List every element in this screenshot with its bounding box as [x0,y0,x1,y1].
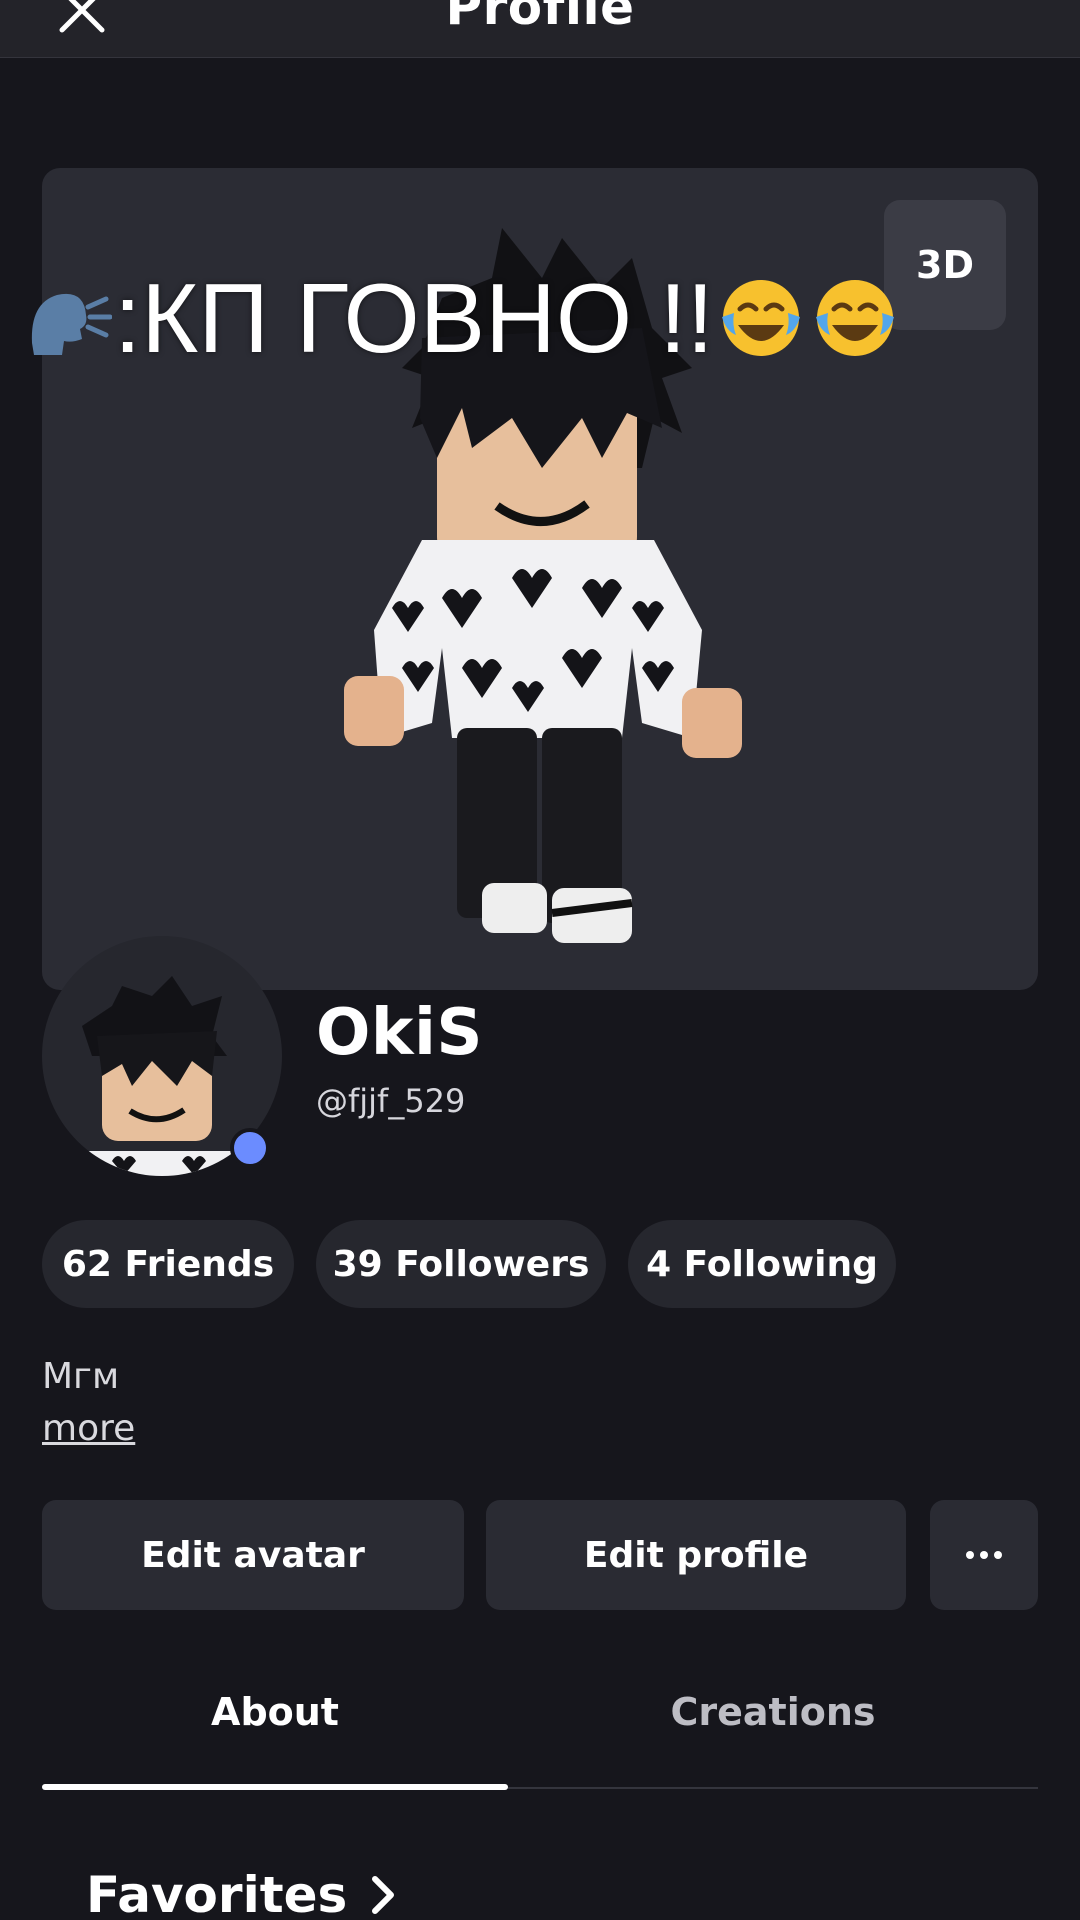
overlay-caption: :КП ГОВНО !! [20,258,902,378]
overlay-caption-text: :КП ГОВНО !! [114,262,714,373]
page-title: Profile [445,0,635,36]
favorites-section-header[interactable]: Favorites [86,1866,397,1920]
friends-count-button[interactable]: 62 Friends [42,1220,294,1308]
tab-about[interactable]: About [42,1690,508,1750]
following-count-button[interactable]: 4 Following [628,1220,896,1308]
edit-avatar-button[interactable]: Edit avatar [42,1500,464,1610]
tears-of-joy-icon [815,280,894,356]
followers-count-button[interactable]: 39 Followers [316,1220,606,1308]
more-dots-icon [966,1551,1002,1559]
display-name: OkiS [316,996,483,1070]
chevron-right-icon [372,1876,395,1914]
more-options-button[interactable] [930,1500,1038,1610]
online-status-indicator [230,1128,270,1168]
active-tab-indicator [42,1784,508,1790]
speaking-head-icon [31,293,112,355]
username: @fjjf_529 [316,1082,466,1120]
top-bar: Profile [0,0,1080,58]
toggle-3d-button[interactable]: 3D [884,200,1006,330]
tears-of-joy-icon [721,280,800,356]
favorites-title: Favorites [86,1866,348,1920]
bio-text: Мгм [42,1356,120,1397]
edit-profile-button[interactable]: Edit profile [486,1500,906,1610]
tab-creations[interactable]: Creations [540,1690,1006,1750]
bio-more-link[interactable]: more [42,1408,135,1449]
